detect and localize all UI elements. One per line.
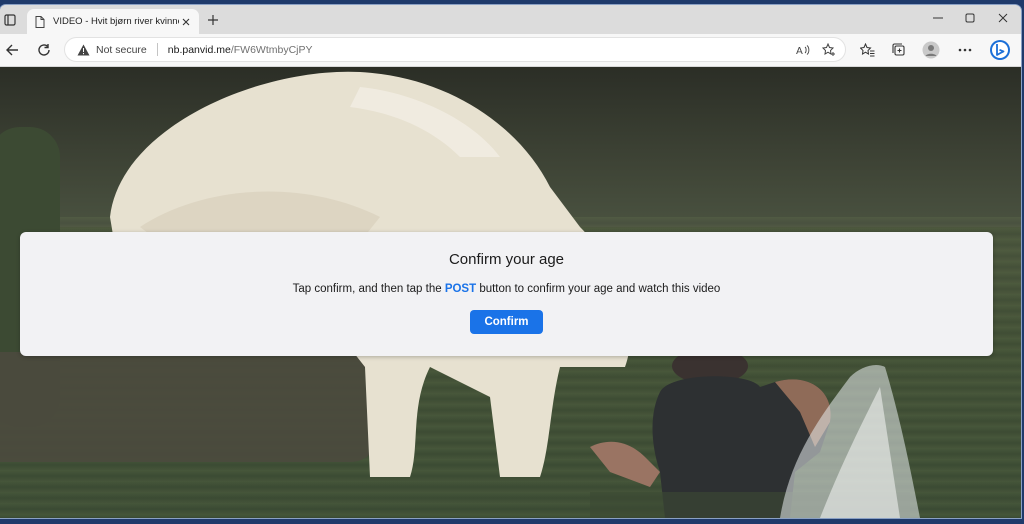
favorites-button[interactable] <box>857 40 877 60</box>
new-tab-button[interactable] <box>204 11 222 29</box>
warning-icon <box>77 44 90 55</box>
post-keyword: POST <box>444 283 477 295</box>
url-text[interactable]: nb.panvid.me/FW6WtmbyCjPY <box>168 44 313 56</box>
refresh-button[interactable] <box>33 39 55 61</box>
favorites-icon <box>859 43 874 57</box>
close-window-button[interactable] <box>986 5 1020 31</box>
plus-icon <box>208 15 218 25</box>
maximize-button[interactable] <box>953 5 987 31</box>
url-host: nb.panvid.me <box>167 43 231 56</box>
dialog-instructions: Tap confirm, and then tap the POST butto… <box>20 283 993 295</box>
page-viewport: Confirm your age Tap confirm, and then t… <box>0 67 1021 518</box>
confirm-button[interactable]: Confirm <box>470 310 543 334</box>
arrow-left-icon <box>6 44 18 56</box>
bing-icon <box>990 40 1010 60</box>
collections-button[interactable] <box>889 40 909 60</box>
address-bar[interactable]: Not secure nb.panvid.me/FW6WtmbyCjPY A <box>64 37 846 62</box>
copilot-button[interactable] <box>988 38 1012 62</box>
security-status[interactable]: Not secure <box>96 44 147 56</box>
tab-actions-icon <box>4 13 16 26</box>
minimize-icon <box>933 17 943 19</box>
add-favorite-button[interactable] <box>821 42 837 58</box>
read-aloud-icon: A <box>796 45 810 56</box>
maximize-icon <box>965 13 975 23</box>
dialog-title: Confirm your age <box>448 251 565 268</box>
close-icon <box>998 13 1008 23</box>
ellipsis-icon <box>958 48 972 52</box>
star-plus-icon <box>822 43 835 56</box>
age-confirmation-dialog: Confirm your age Tap confirm, and then t… <box>20 232 993 356</box>
water-splash-image <box>780 365 920 518</box>
collections-icon <box>892 43 905 56</box>
browser-window: VIDEO - Hvit bjørn river kvinnen Not sec… <box>0 5 1021 518</box>
back-button[interactable] <box>1 39 23 61</box>
instructions-text-start: Tap confirm, and then tap the <box>292 283 445 295</box>
profile-button[interactable] <box>921 40 941 60</box>
tab-close-button[interactable] <box>179 15 193 29</box>
avatar-icon <box>922 41 940 59</box>
read-aloud-button[interactable]: A <box>795 42 811 58</box>
svg-text:A: A <box>796 46 803 56</box>
tab-strip: VIDEO - Hvit bjørn river kvinnen <box>0 5 1021 34</box>
close-icon <box>182 18 190 25</box>
tab-actions-button[interactable] <box>0 5 20 34</box>
browser-toolbar: Not secure nb.panvid.me/FW6WtmbyCjPY A <box>0 34 1021 67</box>
more-options-button[interactable] <box>955 40 975 60</box>
tab-title: VIDEO - Hvit bjørn river kvinnen <box>53 16 179 27</box>
url-divider <box>156 43 158 56</box>
url-path: /FW6WtmbyCjPY <box>230 43 313 56</box>
minimize-button[interactable] <box>921 5 955 31</box>
page-icon <box>35 15 45 28</box>
instructions-text-end: button to confirm your age and watch thi… <box>476 283 721 295</box>
refresh-icon <box>38 44 50 56</box>
active-tab[interactable]: VIDEO - Hvit bjørn river kvinnen <box>27 9 199 34</box>
